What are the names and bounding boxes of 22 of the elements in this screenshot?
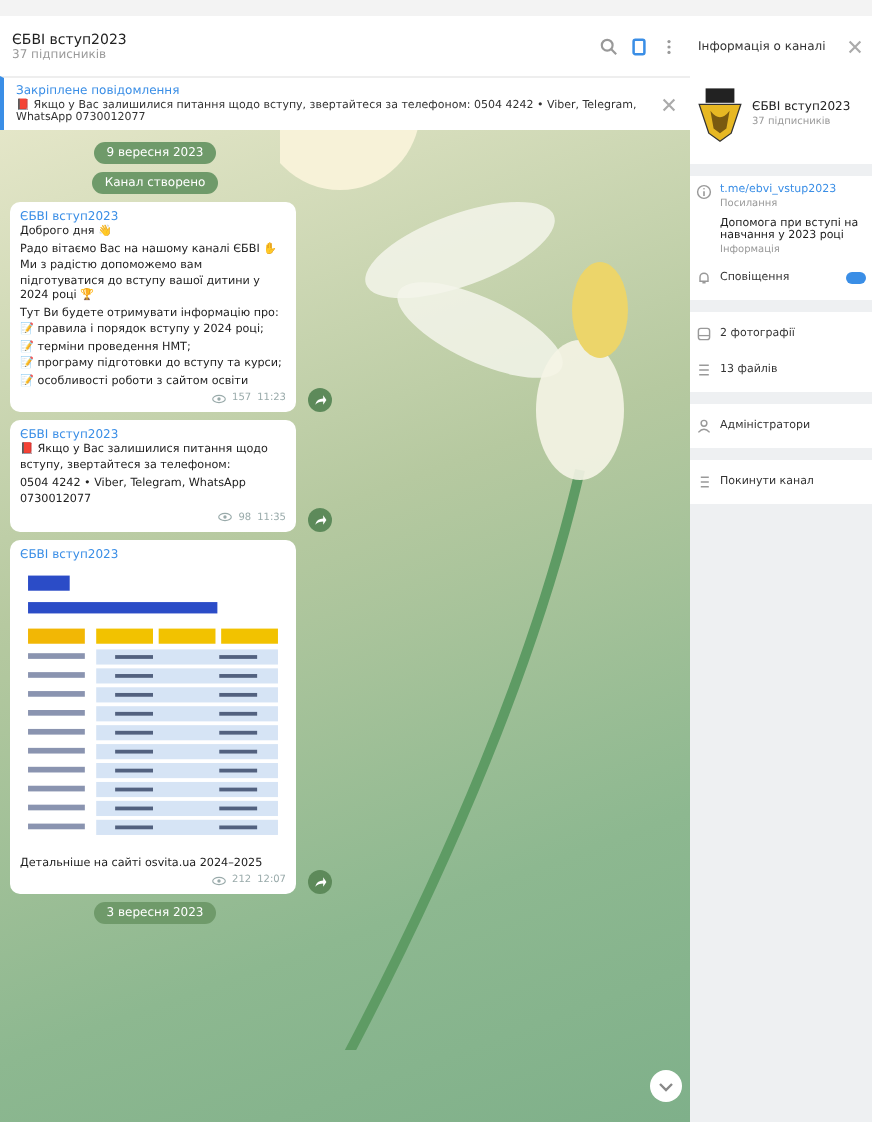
eye-icon <box>212 875 227 886</box>
file-icon <box>696 362 712 378</box>
sidebar-toggle-icon[interactable] <box>630 37 648 55</box>
logo-icon <box>696 84 744 144</box>
share-button[interactable] <box>308 507 332 532</box>
close-icon[interactable] <box>846 37 864 55</box>
share-button[interactable] <box>308 870 332 895</box>
eye-icon <box>218 512 233 523</box>
share-icon <box>312 392 328 409</box>
list-icon <box>696 474 712 490</box>
notifications-toggle[interactable] <box>846 272 866 284</box>
share-icon <box>312 511 328 528</box>
close-icon[interactable] <box>660 95 678 113</box>
photo-icon <box>696 326 712 342</box>
scroll-down-button[interactable] <box>650 1070 682 1102</box>
info-icon <box>696 184 712 200</box>
search-icon[interactable] <box>600 37 618 55</box>
user-icon <box>696 418 712 434</box>
share-button[interactable] <box>308 388 332 413</box>
bell-icon <box>696 270 712 286</box>
eye-icon <box>212 393 227 404</box>
share-icon <box>312 874 328 891</box>
